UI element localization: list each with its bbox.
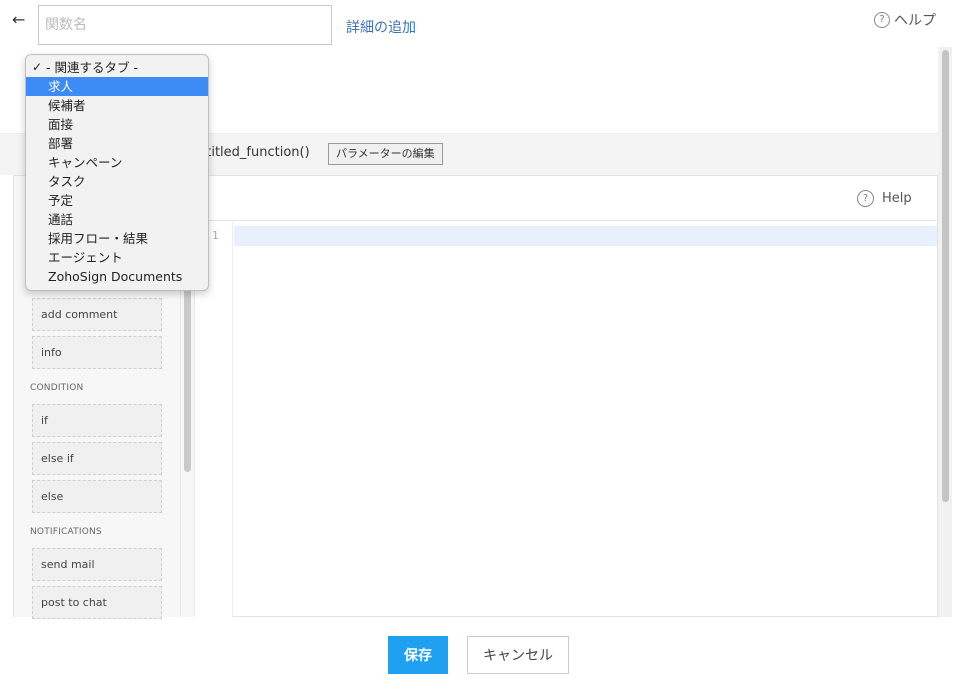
editor-help-label: Help <box>882 191 912 206</box>
line-number: 1 <box>212 229 219 242</box>
dropdown-option[interactable]: 通話 <box>26 210 208 229</box>
dropdown-option[interactable]: 候補者 <box>26 96 208 115</box>
palette-item-send-mail[interactable]: send mail <box>32 548 162 581</box>
dropdown-option[interactable]: エージェント <box>26 248 208 267</box>
help-icon: ? <box>874 12 890 28</box>
code-editor-current-line[interactable] <box>234 226 937 246</box>
page-scrollbar-thumb[interactable] <box>942 50 949 502</box>
dropdown-option[interactable]: キャンペーン <box>26 153 208 172</box>
dropdown-option[interactable]: タスク <box>26 172 208 191</box>
dropdown-option[interactable]: 部署 <box>26 134 208 153</box>
palette-item-else-if[interactable]: else if <box>32 442 162 475</box>
palette-item-if[interactable]: if <box>32 404 162 437</box>
save-button[interactable]: 保存 <box>388 636 448 674</box>
palette-category-notifications: NOTIFICATIONS <box>30 527 102 537</box>
dropdown-option[interactable]: 採用フロー・結果 <box>26 229 208 248</box>
palette-category-condition: CONDITION <box>30 383 84 393</box>
function-signature: ntitled_function() <box>198 145 310 160</box>
palette-item-else[interactable]: else <box>32 480 162 513</box>
back-arrow-icon[interactable]: ← <box>12 10 30 30</box>
cancel-button[interactable]: キャンセル <box>467 636 569 674</box>
function-name-input[interactable] <box>38 5 332 45</box>
dropdown-option[interactable]: 予定 <box>26 191 208 210</box>
help-label: ヘルプ <box>894 13 936 29</box>
help-icon: ? <box>857 190 874 207</box>
palette-item-post-to-chat[interactable]: post to chat <box>32 586 162 619</box>
palette-item-info[interactable]: info <box>32 336 162 369</box>
check-icon: ✓ <box>32 60 43 74</box>
selected-option-label: - 関連するタブ - <box>46 60 138 75</box>
add-detail-link[interactable]: 詳細の追加 <box>346 17 416 37</box>
help-link[interactable]: ? ヘルプ <box>874 10 936 30</box>
editor-toolbar <box>195 176 937 221</box>
dropdown-option-selected[interactable]: ✓ - 関連するタブ - <box>26 58 208 77</box>
palette-scrollbar-thumb[interactable] <box>184 280 191 472</box>
palette-item-add-comment[interactable]: add comment <box>32 298 162 331</box>
related-tab-dropdown[interactable]: ✓ - 関連するタブ - 求人 候補者 面接 部署 キャンペーン タスク 予定 … <box>25 54 209 291</box>
dropdown-option[interactable]: 求人 <box>26 77 208 96</box>
editor-help-link[interactable]: ? Help <box>857 190 912 207</box>
edit-parameters-button[interactable]: パラメーターの編集 <box>328 143 443 165</box>
dropdown-option[interactable]: ZohoSign Documents <box>26 267 208 286</box>
dropdown-option[interactable]: 面接 <box>26 115 208 134</box>
